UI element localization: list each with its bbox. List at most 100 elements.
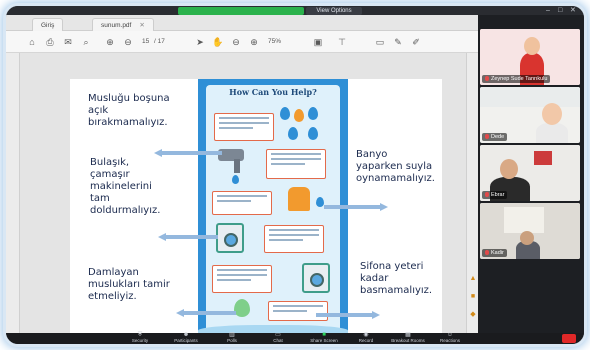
left-sidebar-strip[interactable] — [6, 53, 20, 333]
select-icon[interactable]: ➤ — [194, 36, 206, 48]
breakout-rooms-button[interactable]: ▦ Breakout Rooms — [386, 332, 430, 344]
security-label: Security — [131, 338, 149, 343]
pen-icon[interactable]: ✎ — [392, 36, 404, 48]
poster-tip-box — [214, 113, 274, 141]
mic-muted-icon — [485, 134, 489, 140]
edit-pdf-icon[interactable]: ▲ — [469, 275, 477, 283]
machine-door-icon — [224, 233, 238, 247]
zoom-out-icon[interactable]: ⊖ — [230, 36, 242, 48]
poster-title: How Can You Help? — [229, 87, 317, 97]
tab-document[interactable]: sunum.pdf ✕ — [92, 18, 154, 31]
minimize-icon[interactable]: – — [546, 7, 550, 15]
room-background — [480, 87, 580, 107]
end-meeting-button[interactable] — [562, 334, 576, 343]
poster-tip-box — [212, 191, 272, 215]
more-tools-icon[interactable]: ◆ — [469, 311, 477, 319]
participant-name-label: Kadir — [482, 249, 507, 257]
arrow-left — [158, 233, 218, 241]
fit-page-icon[interactable]: ▣ — [312, 36, 324, 48]
meeting-controls-bar: ⛨ Security ☻ Participants ▥ Polls ▭ Chat ■ Sh… — [6, 332, 584, 344]
water-drop-icon — [316, 197, 324, 207]
note-dishwasher: Bulaşık, çamaşır makinelerini tam doldur… — [90, 157, 161, 216]
export-pdf-icon[interactable]: ■ — [469, 293, 477, 301]
comment-icon[interactable]: ▭ — [374, 36, 386, 48]
close-icon[interactable]: ✕ — [570, 7, 576, 15]
shower-icon — [288, 187, 310, 211]
note-leak: Damlayan muslukları tamir etmeliyiz. — [88, 267, 170, 302]
screen-photo-frame: View Options – □ ✕ Giriş sunum.pdf ✕ ⌂ ⎙ … — [6, 6, 584, 344]
tab-home[interactable]: Giriş — [32, 18, 64, 31]
participant-tile-2[interactable]: Dede — [480, 87, 580, 143]
note-bath: Banyo yaparken suyla oynamamalıyız. — [356, 149, 435, 184]
person-body — [536, 123, 568, 143]
meeting-top-strip: View Options – □ ✕ — [6, 6, 584, 15]
zoom-in-icon[interactable]: ⊕ — [248, 36, 260, 48]
toilet-icon — [234, 299, 250, 317]
page-total: / 17 — [154, 38, 165, 45]
record-button[interactable]: ◉ Record — [344, 332, 388, 344]
chat-label: Chat — [273, 338, 283, 343]
tab-document-label: sunum.pdf — [101, 22, 132, 29]
maximize-icon[interactable]: □ — [558, 7, 562, 15]
reactions-label: Reactions — [439, 338, 460, 343]
wall-poster — [534, 151, 552, 165]
stamp-icon[interactable]: ⊤ — [336, 36, 348, 48]
arrow-right — [324, 203, 388, 211]
window-frame — [504, 207, 544, 233]
person-head — [520, 231, 534, 245]
water-drop-icon — [308, 107, 318, 120]
print-icon[interactable]: ⎙ — [44, 36, 56, 48]
water-drop-icon — [288, 127, 298, 140]
record-label: Record — [358, 338, 374, 343]
arrow-right — [316, 311, 380, 319]
dishwasher-icon — [216, 223, 244, 253]
tap-icon — [294, 109, 304, 122]
person-head — [524, 37, 540, 55]
breakout-rooms-label: Breakout Rooms — [391, 338, 425, 343]
participant-tile-1[interactable]: Zeynep Sude Tanrıkulu — [480, 29, 580, 85]
poster-tip-box — [266, 149, 326, 179]
note-flush: Sifona yeteri kadar basmamalıyız. — [360, 261, 433, 296]
right-tools-panel: ▲ ■ ◆ — [466, 53, 478, 333]
screen-share-status-bar[interactable] — [178, 7, 304, 15]
email-icon[interactable]: ✉ — [62, 36, 74, 48]
participant-name-label: Ebrar — [482, 191, 508, 199]
mic-muted-icon — [485, 192, 489, 198]
polls-button[interactable]: ▥ Polls — [210, 332, 254, 344]
polls-label: Polls — [227, 338, 237, 343]
participant-tile-3[interactable]: Ebrar — [480, 145, 580, 201]
participants-button[interactable]: ☻ Participants — [164, 332, 208, 344]
participant-video-panel: Zeynep Sude Tanrıkulu Dede Ebrar Kadir — [478, 15, 584, 333]
view-options-button[interactable]: View Options — [306, 7, 362, 15]
water-drop-icon — [232, 175, 239, 184]
arrow-left — [176, 309, 236, 317]
person-head — [500, 159, 518, 179]
sign-icon[interactable]: ✐ — [410, 36, 422, 48]
person-head — [542, 103, 562, 125]
participant-name-label: Dede — [482, 133, 508, 141]
poster-tip-box — [264, 225, 324, 253]
next-page-icon[interactable]: ⊖ — [122, 36, 134, 48]
note-tap: Musluğu boşuna açık bırakmamalıyız. — [88, 93, 170, 128]
search-icon[interactable]: ⌕ — [80, 36, 92, 48]
share-screen-button[interactable]: ■ Share Screen — [302, 332, 346, 344]
mic-muted-icon — [485, 76, 489, 82]
washing-machine-icon — [302, 263, 330, 293]
chat-button[interactable]: ▭ Chat — [256, 332, 300, 344]
tab-close-icon[interactable]: ✕ — [139, 22, 144, 29]
faucet-spout-icon — [234, 159, 240, 173]
pdf-toolbar: ⌂ ⎙ ✉ ⌕ ⊕ ⊖ 15 / 17 ➤ ✋ ⊖ ⊕ 75% ▣ ⊤ ▭ ✎ … — [6, 31, 478, 53]
home-icon[interactable]: ⌂ — [26, 36, 38, 48]
security-button[interactable]: ⛨ Security — [118, 332, 162, 344]
participant-tile-4[interactable]: Kadir — [480, 203, 580, 259]
hand-icon[interactable]: ✋ — [212, 36, 224, 48]
water-drop-icon — [308, 127, 318, 140]
zoom-select[interactable]: 75% — [268, 36, 281, 48]
mic-muted-icon — [485, 250, 489, 256]
reactions-button[interactable]: ☺ Reactions — [428, 332, 472, 344]
tab-home-label: Giriş — [41, 22, 55, 29]
shared-pdf-window: Giriş sunum.pdf ✕ ⌂ ⎙ ✉ ⌕ ⊕ ⊖ 15 / 17 ➤ ✋… — [6, 15, 478, 333]
participants-label: Participants — [174, 338, 198, 343]
prev-page-icon[interactable]: ⊕ — [104, 36, 116, 48]
page-number-input[interactable]: 15 — [142, 36, 149, 48]
